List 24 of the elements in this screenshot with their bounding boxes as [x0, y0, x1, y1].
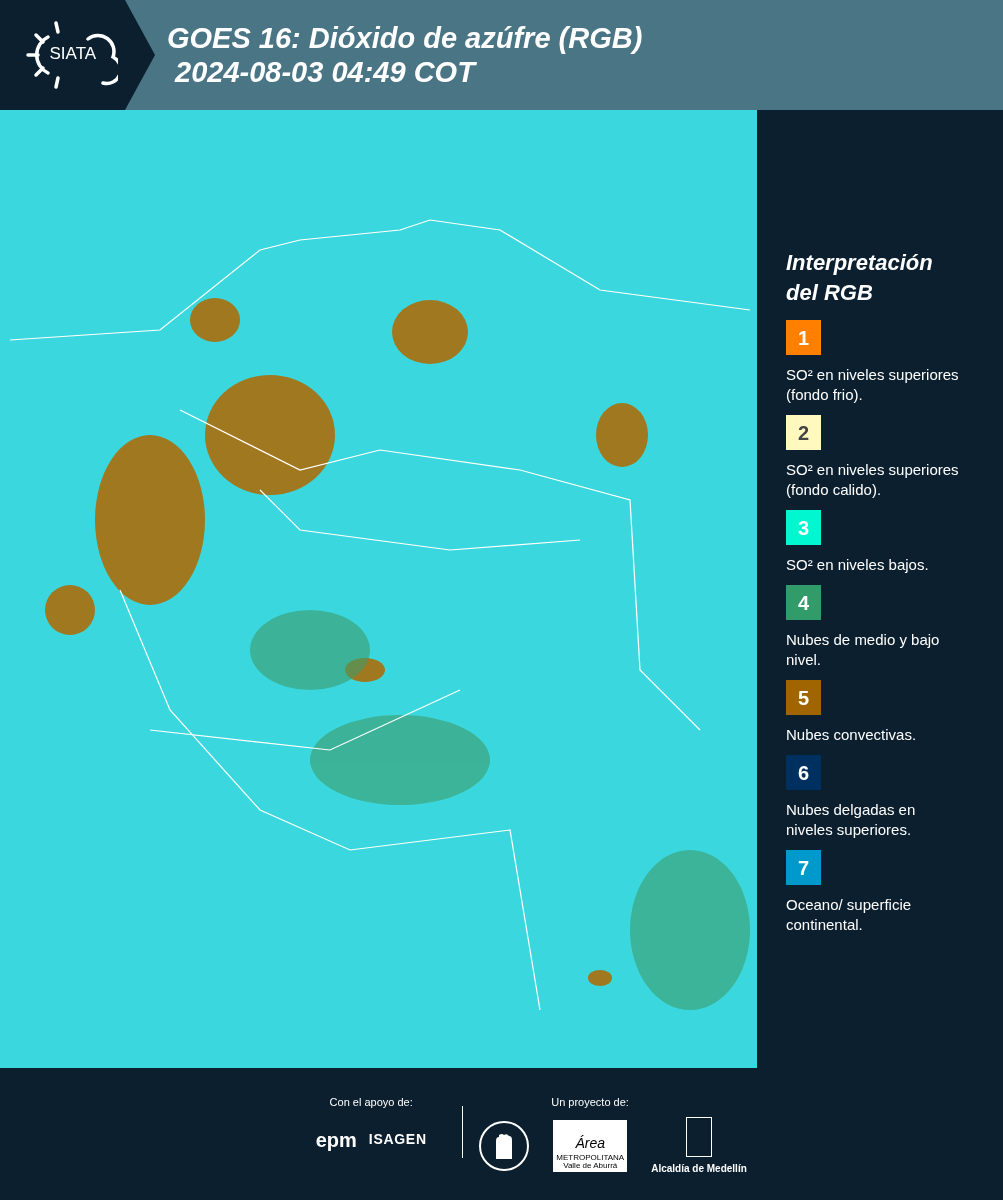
support-label: Con el apoyo de: — [329, 1095, 413, 1110]
legend-label: SO² en niveles superiores (fondo frio). — [786, 365, 960, 405]
legend-swatch: 1 — [786, 320, 821, 355]
epm-logo: epm — [315, 1127, 357, 1153]
legend-swatch: 3 — [786, 510, 821, 545]
legend-label: Nubes convectivas. — [786, 725, 918, 745]
project-label: Un proyecto de: — [551, 1095, 629, 1110]
legend-label: Nubes de medio y bajo nivel. — [786, 630, 941, 670]
legend-swatch: 6 — [786, 755, 821, 790]
legend-label: SO² en niveles bajos. — [786, 555, 930, 575]
legend-label: Nubes delgadas en niveles superiores. — [786, 800, 917, 840]
legend-swatch: 5 — [786, 680, 821, 715]
timestamp: 2024-08-03 04:49 COT — [173, 55, 478, 89]
legend-label: SO² en niveles superiores (fondo calido). — [786, 460, 960, 500]
legend-label: Oceano/ superficie continental. — [786, 895, 913, 935]
legend-swatch: 4 — [786, 585, 821, 620]
city-logo: Alcaldía de Medellín — [651, 1116, 747, 1176]
product-title: GOES 16: Dióxido de azúfre (RGB) — [167, 21, 643, 55]
legend-swatch: 7 — [786, 850, 821, 885]
siata-logo: SIATA — [7, 15, 118, 95]
isagen-logo: ISAGEN — [368, 1130, 427, 1149]
legend-title: Interpretación del RGB — [786, 249, 934, 307]
area-logo: Área METROPOLITANA Valle de Aburrá — [553, 1120, 628, 1172]
legend-swatch: 2 — [786, 415, 821, 450]
